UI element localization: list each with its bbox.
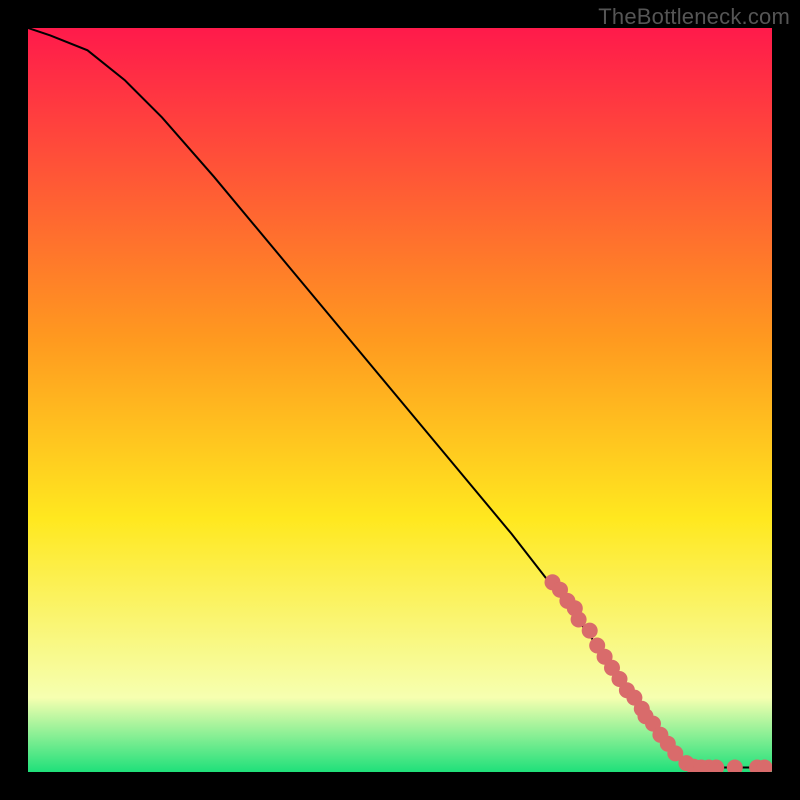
chart-frame: TheBottleneck.com	[0, 0, 800, 800]
chart-plot-area	[28, 28, 772, 772]
watermark-text: TheBottleneck.com	[598, 4, 790, 30]
data-marker	[582, 623, 598, 639]
chart-svg	[28, 28, 772, 772]
